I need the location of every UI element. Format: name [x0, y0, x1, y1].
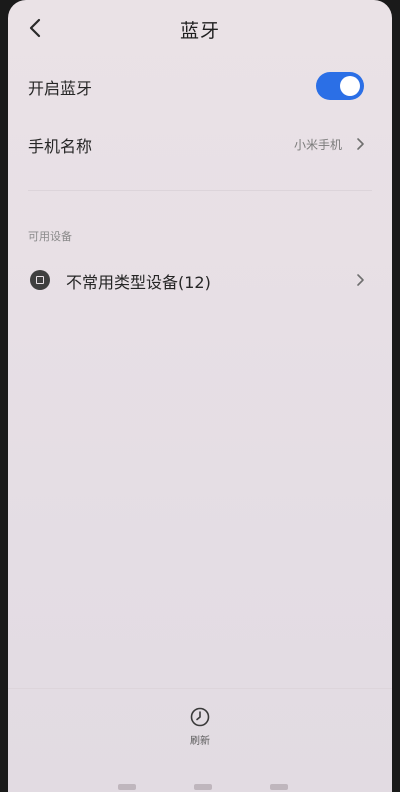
refresh-button[interactable]: 刷新 — [180, 706, 220, 752]
nav-home-button[interactable] — [194, 784, 212, 790]
refresh-clock-icon — [190, 707, 210, 727]
nav-back-button[interactable] — [270, 784, 288, 790]
nav-menu-button[interactable] — [118, 784, 136, 790]
device-name-label: 手机名称 — [28, 137, 93, 156]
bluetooth-toggle-row[interactable]: 开启蓝牙 — [8, 58, 392, 114]
device-name-value: 小米手机 — [293, 138, 342, 152]
device-item-label: 不常用类型设备(12) — [66, 273, 211, 292]
toggle-knob — [340, 76, 360, 96]
page-title: 蓝牙 — [179, 20, 220, 42]
device-list-item[interactable]: 不常用类型设备(12) — [8, 252, 392, 308]
device-name-row[interactable]: 手机名称 小米手机 — [8, 116, 392, 172]
phone-screen: 蓝牙 开启蓝牙 手机名称 小米手机 可用设备 不常用类型设备(12) 刷新 — [8, 0, 392, 792]
refresh-label: 刷新 — [190, 736, 210, 747]
device-icon — [30, 270, 50, 290]
section-divider — [28, 190, 372, 191]
bluetooth-toggle-label: 开启蓝牙 — [28, 79, 93, 98]
chevron-right-icon — [356, 137, 366, 151]
available-devices-header: 可用设备 — [28, 230, 72, 243]
bottom-divider — [8, 688, 392, 689]
bluetooth-toggle-switch[interactable] — [316, 72, 364, 100]
header: 蓝牙 — [8, 0, 392, 56]
system-nav-bar — [8, 778, 392, 792]
chevron-right-icon — [356, 273, 366, 287]
